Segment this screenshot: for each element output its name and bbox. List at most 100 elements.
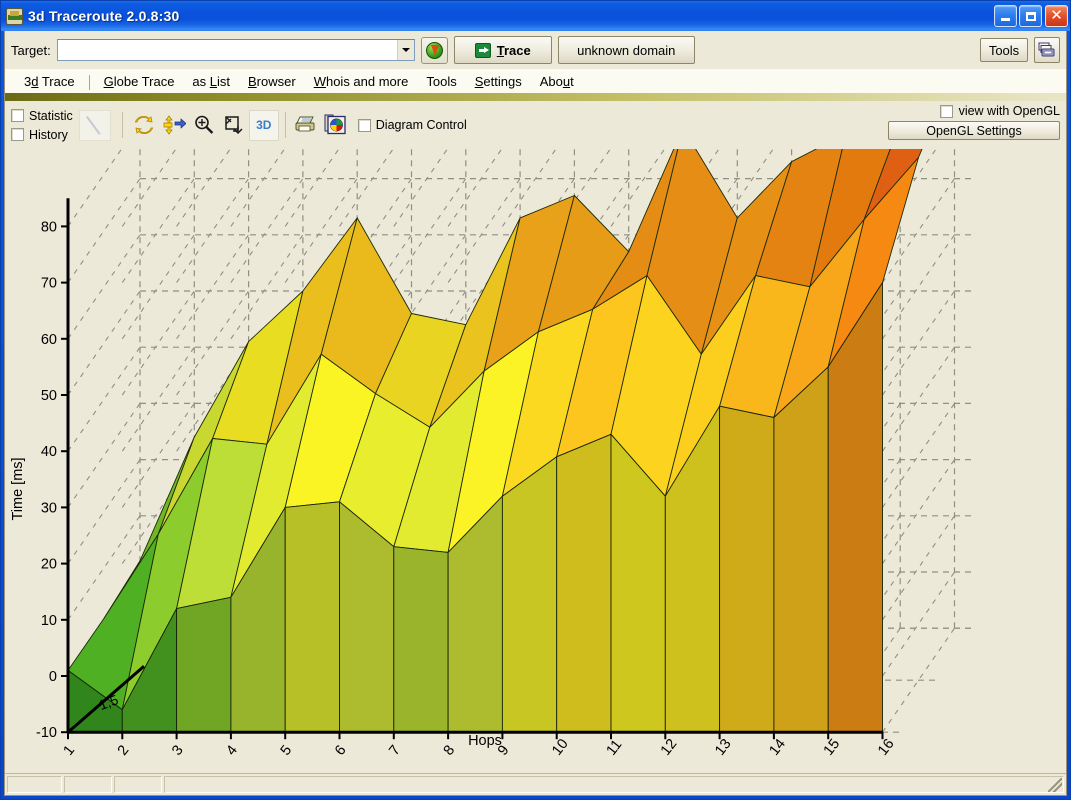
close-button[interactable]: ✕ (1045, 5, 1068, 27)
status-bar (5, 773, 1066, 795)
diagram-control-label: Diagram Control (375, 118, 467, 132)
y-axis-tick-label: 0 (49, 669, 57, 685)
maximize-icon (1025, 11, 1036, 21)
window-title: 3d Traceroute 2.0.8:30 (28, 8, 180, 24)
y-axis-tick-label: 10 (41, 613, 57, 629)
x-axis-tick-label: 10 (549, 736, 572, 757)
y-axis-tick-label: 60 (41, 332, 57, 348)
opengl-group: view with OpenGL OpenGL Settings (888, 104, 1060, 140)
printer-icon (295, 116, 315, 132)
chevron-down-icon[interactable] (396, 40, 414, 60)
resize-grip-icon[interactable] (1048, 778, 1062, 792)
y-axis-tick-label: 50 (41, 388, 57, 404)
view-with-opengl-row[interactable]: view with OpenGL (939, 104, 1060, 118)
trace-button-label: Trace (496, 42, 531, 58)
y-axis-tick-label: 70 (41, 276, 57, 292)
globe-icon (425, 41, 443, 59)
globe-button[interactable] (420, 36, 448, 64)
three-d-label: 3D (256, 118, 272, 132)
x-axis-tick-label: 8 (441, 742, 459, 757)
app-icon (6, 7, 23, 25)
target-toolbar: Target: Trace unknown domain Tools (5, 31, 1066, 69)
unknown-domain-button[interactable]: unknown domain (557, 36, 695, 64)
tools-button-label: Tools (988, 42, 1020, 58)
move-button[interactable] (159, 110, 189, 141)
tab-globe-trace[interactable]: Globe Trace (95, 72, 184, 93)
y-axis-tick-label: 80 (41, 219, 57, 235)
target-combobox[interactable] (56, 39, 415, 61)
surface-mesh (67, 149, 923, 733)
x-axis-title: Hops (468, 733, 502, 749)
statistic-checkbox[interactable] (11, 109, 24, 122)
minimize-icon (1001, 18, 1010, 21)
tab-whois-and-more[interactable]: Whois and more (305, 72, 418, 93)
title-bar: 3d Traceroute 2.0.8:30 ✕ (1, 1, 1070, 31)
move-arrows-icon (163, 115, 186, 135)
diagram-toolbar: Statistic History 3D Diagram Control vie… (5, 101, 1066, 149)
refresh-arrows-icon (134, 116, 153, 134)
toolbar-divider-2 (284, 112, 286, 138)
print-button[interactable] (292, 110, 322, 141)
application-window: 3d Traceroute 2.0.8:30 ✕ Target: Trace u… (0, 0, 1071, 800)
trace-rest: race (503, 42, 531, 58)
history-checkbox[interactable] (11, 128, 24, 141)
diagram-control-row[interactable]: Diagram Control (357, 118, 467, 132)
x-axis-tick-label: 3 (169, 742, 187, 757)
trace-button[interactable]: Trace (453, 36, 552, 64)
target-input[interactable] (57, 41, 397, 59)
history-checkbox-row[interactable]: History (11, 128, 73, 142)
tab-as-list[interactable]: as List (183, 72, 239, 93)
unknown-domain-label: unknown domain (577, 42, 676, 58)
y-axis-tick-label: 40 (41, 444, 57, 460)
x-axis-tick-label: 4 (223, 742, 241, 757)
client-area: Target: Trace unknown domain Tools 3d Tr… (4, 31, 1067, 796)
x-axis-tick-label: 12 (658, 736, 681, 757)
x-axis-tick-label: 7 (386, 742, 404, 757)
x-axis-tick-label: 14 (766, 736, 789, 757)
rotate-page-button[interactable] (219, 110, 249, 141)
copy-chart-icon (324, 114, 346, 135)
view-with-opengl-checkbox[interactable] (939, 104, 953, 118)
maximize-button[interactable] (1019, 5, 1042, 27)
printer-stack-icon (1038, 42, 1055, 57)
target-label: Target: (11, 42, 51, 58)
x-axis-tick-label: 2 (115, 742, 133, 757)
copy-chart-button[interactable] (322, 110, 352, 141)
x-axis-tick-label: 16 (875, 736, 898, 757)
statistic-checkbox-row[interactable]: Statistic (11, 109, 73, 123)
x-axis-tick-label: 11 (604, 737, 626, 757)
x-axis-tick-label: 13 (712, 736, 735, 757)
diagram-control-checkbox[interactable] (357, 118, 371, 132)
view-with-opengl-label: view with OpenGL (958, 104, 1060, 118)
tab-underline-strip (5, 93, 1066, 101)
y-axis-tick-label: 20 (41, 557, 57, 573)
tab-bar: 3d Trace Globe Trace as List Browser Who… (5, 69, 1066, 93)
line-graph-icon (85, 115, 101, 135)
zoom-button[interactable] (189, 110, 219, 141)
tools-button[interactable]: Tools (980, 38, 1028, 62)
statistic-history-group: Statistic History (11, 109, 73, 142)
y-axis-title: Time [ms] (10, 457, 26, 520)
tab-about[interactable]: About (531, 72, 583, 93)
refresh-button[interactable] (129, 110, 159, 141)
y-axis-tick-label: -10 (36, 725, 57, 741)
y-axis-tick-label: 30 (41, 500, 57, 516)
traceroute-3d-surface-chart[interactable]: -10010203040506070801 2 3 4 5 6 7 8 9 10 11 12 13 14 1… (5, 149, 1062, 757)
minimize-button[interactable] (994, 5, 1017, 27)
rotate-page-icon (225, 116, 243, 135)
x-axis-tick-label: 1 (61, 742, 79, 757)
line-graph-button[interactable] (78, 109, 111, 141)
three-d-button[interactable]: 3D (248, 109, 279, 141)
tab-settings[interactable]: Settings (466, 72, 531, 93)
tab-tools[interactable]: Tools (417, 72, 465, 93)
print-stack-button[interactable] (1034, 37, 1060, 63)
chart-area[interactable]: -10 0 10 20 30 40 50 60 70 80 1 2 3 4 5 6 7 8 9 10 11 12 13 14 1… (5, 149, 1066, 773)
tab-browser[interactable]: Browser (239, 72, 305, 93)
tab-3d-trace[interactable]: 3d Trace (15, 72, 84, 93)
status-panel-4 (164, 776, 1064, 793)
x-axis-tick-label: 6 (332, 742, 350, 757)
opengl-settings-button[interactable]: OpenGL Settings (888, 121, 1060, 140)
history-label: History (29, 127, 68, 142)
x-axis-tick-label: 5 (278, 742, 296, 757)
statistic-label: Statistic (29, 108, 73, 123)
